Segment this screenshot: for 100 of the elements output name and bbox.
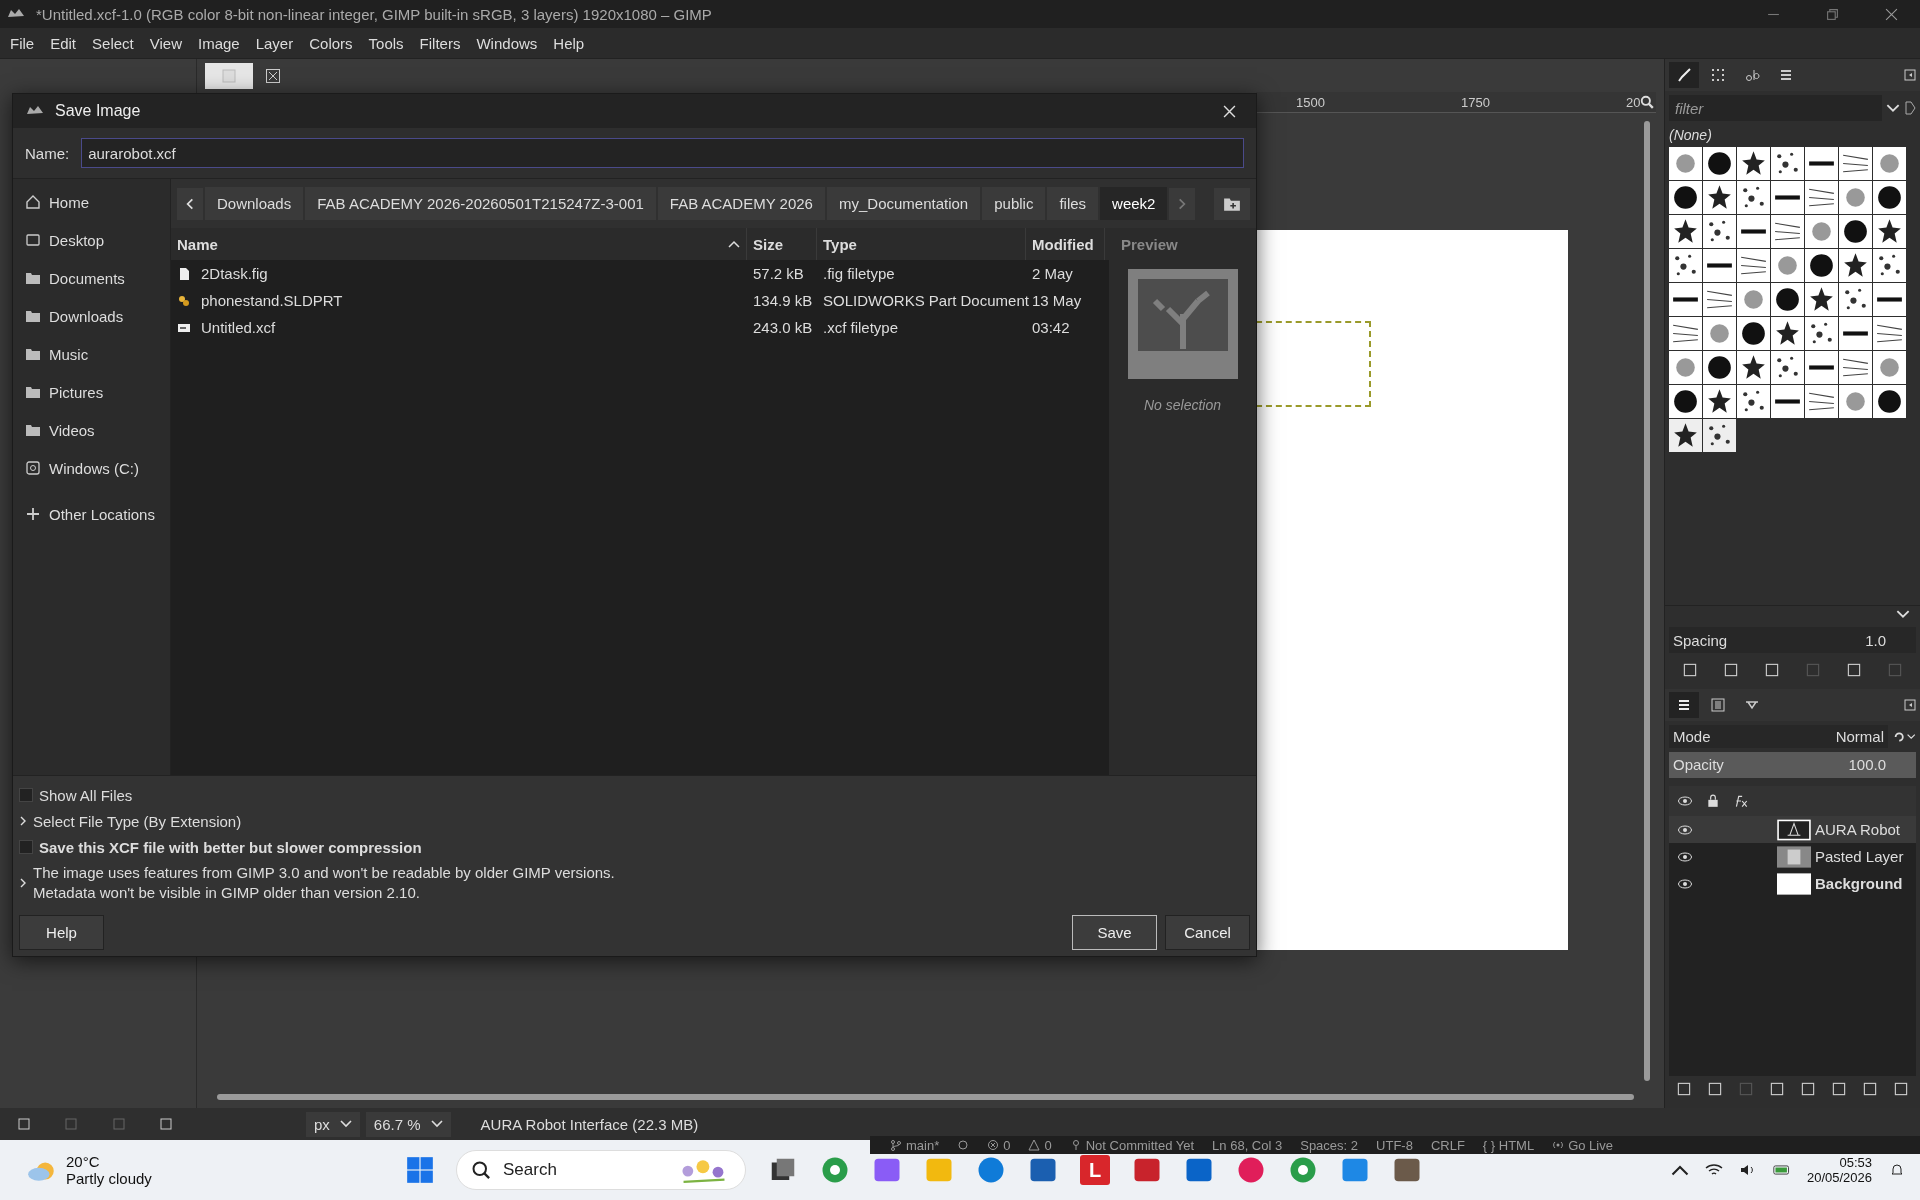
brush-thumbnail[interactable] (1839, 385, 1872, 418)
filter-field[interactable]: filter (1669, 95, 1882, 121)
status-item[interactable]: 0 (987, 1137, 1011, 1153)
close-icon[interactable] (265, 68, 281, 84)
brush-thumbnail[interactable] (1771, 215, 1804, 248)
show-all-checkbox[interactable]: Show All Files (19, 784, 1250, 806)
path-button[interactable]: Downloads (205, 187, 304, 220)
brush-thumbnail[interactable] (1703, 215, 1736, 248)
close-icon[interactable] (1885, 7, 1898, 21)
brush-thumbnail[interactable] (1771, 249, 1804, 282)
scrollbar[interactable] (217, 1094, 1634, 1100)
brush-thumbnail[interactable] (1703, 317, 1736, 350)
app-icon[interactable] (820, 1155, 850, 1185)
brush-thumbnail[interactable] (1669, 385, 1702, 418)
column-header[interactable]: Type (817, 228, 1026, 260)
brush-thumbnail[interactable] (1669, 419, 1702, 452)
start-icon[interactable] (406, 1156, 434, 1184)
status-item[interactable]: CRLF (1430, 1137, 1465, 1153)
brush-thumbnail[interactable] (1669, 317, 1702, 350)
brush-thumbnail[interactable] (1669, 215, 1702, 248)
brush-thumbnail[interactable] (1669, 147, 1702, 180)
place-item[interactable]: Downloads (13, 297, 170, 335)
brush-thumbnail[interactable] (1771, 385, 1804, 418)
brush-thumbnail[interactable] (1839, 351, 1872, 384)
toolbox-action-icon[interactable] (15, 1116, 32, 1132)
brush-thumbnail[interactable] (1873, 249, 1906, 282)
place-item[interactable]: Windows (C:) (13, 449, 170, 487)
column-header[interactable]: Size (747, 228, 817, 260)
brush-thumbnail[interactable] (1669, 249, 1702, 282)
status-item[interactable]: 0 (1028, 1137, 1052, 1153)
brush-thumbnail[interactable] (1737, 147, 1770, 180)
path-button[interactable]: public (982, 187, 1046, 220)
effects-icon[interactable] (1733, 794, 1749, 808)
wifi-icon[interactable] (1704, 1163, 1723, 1177)
menu-item[interactable]: Filters (411, 34, 469, 52)
eye-icon[interactable] (1677, 878, 1693, 889)
zoom-dropdown[interactable]: 66.7 % (365, 1111, 451, 1137)
brush-thumbnail[interactable] (1805, 249, 1838, 282)
spacing-spinner[interactable]: Spacing 1.0 (1669, 627, 1916, 653)
battery-icon[interactable] (1772, 1163, 1791, 1177)
status-item[interactable]: main* (890, 1137, 940, 1153)
brush-thumbnail[interactable] (1805, 351, 1838, 384)
status-item[interactable]: Ln 68, Col 3 (1212, 1137, 1283, 1153)
stack-icon[interactable] (1669, 692, 1699, 718)
help-button[interactable]: Help (19, 915, 104, 950)
new-folder-icon[interactable] (1214, 187, 1250, 220)
layer-row[interactable]: Pasted Layer (1669, 843, 1916, 870)
brush-thumbnail[interactable] (1703, 147, 1736, 180)
brush-thumbnail[interactable] (1737, 317, 1770, 350)
brush-thumbnail[interactable] (1703, 351, 1736, 384)
path-button[interactable]: FAB ACADEMY 2026-20260501T215247Z-3-001 (305, 187, 656, 220)
app-icon[interactable]: L (1080, 1155, 1110, 1185)
file-row[interactable]: phonestand.SLDPRT 134.9 kB SOLIDWORKS Part Document 13 May (171, 287, 1109, 314)
menu-item[interactable]: View (141, 34, 190, 52)
brush-thumbnail[interactable] (1771, 351, 1804, 384)
brush-thumbnail[interactable] (1873, 351, 1906, 384)
compression-checkbox[interactable]: Save this XCF file with better but slower compression (19, 836, 1250, 858)
menu-item[interactable]: Layer (247, 34, 302, 52)
brush-thumbnail[interactable] (1839, 147, 1872, 180)
chevron-up-icon[interactable] (1670, 1163, 1689, 1177)
brush-thumbnail[interactable] (1703, 249, 1736, 282)
file-row[interactable]: 2Dtask.fig 57.2 kB .fig filetype 2 May (171, 260, 1109, 287)
status-item[interactable]: { } HTML (1482, 1137, 1535, 1153)
app-icon[interactable] (976, 1155, 1006, 1185)
brush-thumbnail[interactable] (1805, 147, 1838, 180)
brush-thumbnail[interactable] (1839, 249, 1872, 282)
eye-icon[interactable] (1677, 824, 1693, 835)
opacity-slider[interactable]: Opacity 100.0 (1669, 752, 1916, 778)
path-button[interactable]: files (1047, 187, 1099, 220)
place-item[interactable]: Desktop (13, 221, 170, 259)
place-item[interactable]: Home (13, 183, 170, 221)
menu-item[interactable]: Select (84, 34, 142, 52)
place-item[interactable]: Other Locations (13, 495, 170, 533)
brush-thumbnail[interactable] (1737, 215, 1770, 248)
brush-thumbnail[interactable] (1703, 181, 1736, 214)
path-button[interactable]: week2 (1100, 187, 1168, 220)
menu-item[interactable]: Help (545, 34, 593, 52)
brush-thumbnail[interactable] (1873, 385, 1906, 418)
status-item[interactable]: Spaces: 2 (1300, 1137, 1359, 1153)
brush-thumbnail[interactable] (1771, 181, 1804, 214)
brush-thumbnail[interactable] (1669, 181, 1702, 214)
status-item[interactable]: Not Committed Yet (1069, 1137, 1195, 1153)
column-header[interactable]: Name (171, 228, 747, 260)
menu-item[interactable]: Tools (360, 34, 412, 52)
brush-thumbnail[interactable] (1805, 385, 1838, 418)
brush-thumbnail[interactable] (1873, 147, 1906, 180)
brush-thumbnail[interactable] (1805, 283, 1838, 316)
toolbox-action-icon[interactable] (158, 1116, 175, 1132)
brush-thumbnail[interactable] (1737, 181, 1770, 214)
brush-thumbnail[interactable] (1703, 283, 1736, 316)
brush-thumbnail[interactable] (1771, 317, 1804, 350)
place-item[interactable]: Documents (13, 259, 170, 297)
panel-menu-icon[interactable] (1904, 69, 1916, 81)
brush-thumbnail[interactable] (1839, 181, 1872, 214)
place-item[interactable]: Music (13, 335, 170, 373)
scrollbar[interactable] (1644, 121, 1650, 1081)
mode-dropdown[interactable]: Mode Normal (1669, 725, 1888, 748)
brush-thumbnail[interactable] (1703, 385, 1736, 418)
unit-dropdown[interactable]: px (306, 1111, 360, 1137)
brush-thumbnail[interactable] (1873, 181, 1906, 214)
